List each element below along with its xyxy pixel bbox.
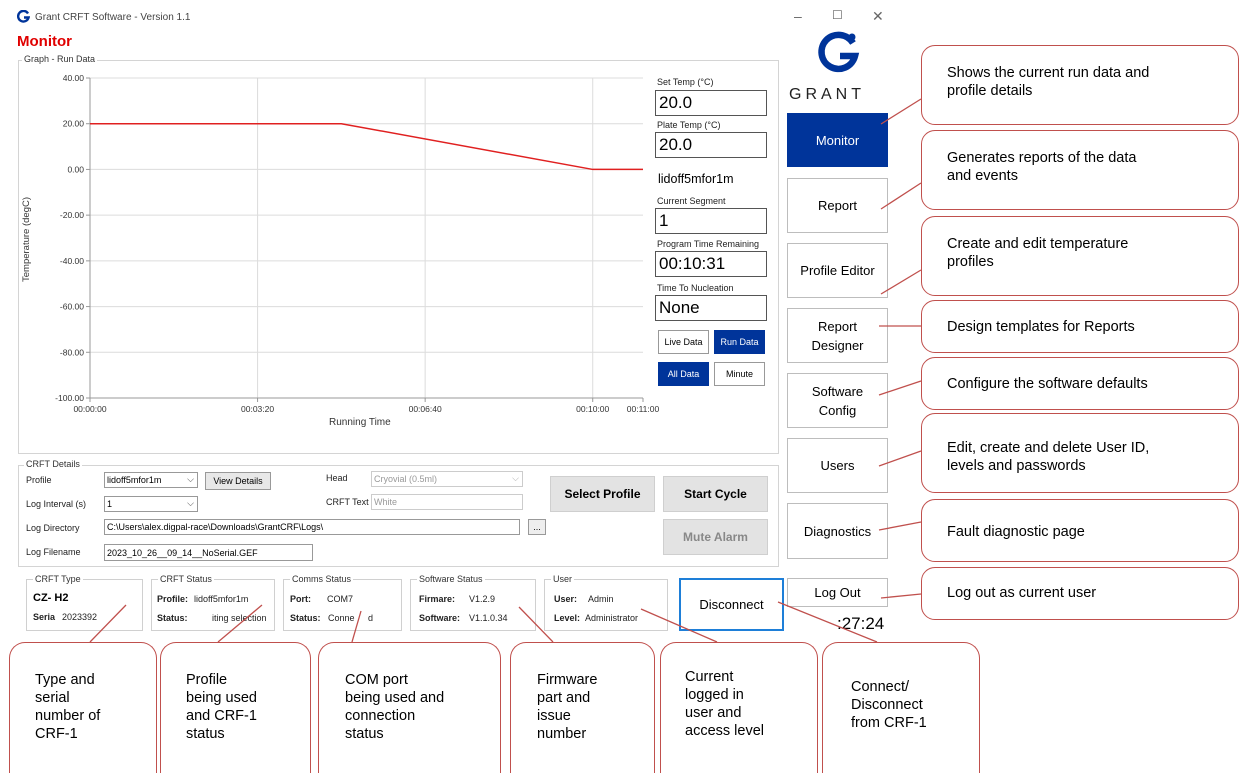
callout-user: Current logged in user and access level	[660, 642, 818, 773]
callout-crft-status-line3: and CRF-1	[186, 708, 257, 724]
callout-report-line1: Generates reports of the data	[947, 150, 1137, 166]
callout-crft-status-line2: being used	[186, 690, 257, 706]
callout-monitor-line2: profile details	[947, 83, 1033, 99]
callout-monitor: Shows the current run data and profile de…	[921, 45, 1239, 125]
callout-crft-type: Type and serial number of CRF-1	[9, 642, 157, 773]
callout-profile-editor-line1: Create and edit temperature	[947, 236, 1129, 252]
callout-report-designer-line1: Design templates for Reports	[947, 319, 1135, 335]
callout-connect-line1: Connect/	[851, 679, 910, 695]
callout-diagnostics-line1: Fault diagnostic page	[947, 524, 1085, 540]
callout-software-status-line2: part and	[537, 690, 591, 706]
callout-user-line1: Current	[685, 669, 734, 685]
callout-comms-status-line4: status	[345, 726, 384, 742]
callout-log-out-line1: Log out as current user	[947, 585, 1097, 601]
callout-crft-status-line1: Profile	[186, 672, 228, 688]
callout-crft-type-line4: CRF-1	[35, 726, 78, 742]
callout-crft-status: Profile being used and CRF-1 status	[160, 642, 311, 773]
callout-profile-editor: Create and edit temperature profiles	[921, 216, 1239, 296]
callout-comms-status-line3: connection	[345, 708, 416, 724]
callout-software-config: Configure the software defaults	[921, 357, 1239, 410]
callout-crft-type-line1: Type and	[35, 672, 95, 688]
callout-user-line4: access level	[685, 723, 764, 739]
callout-comms-status: COM port being used and connection statu…	[318, 642, 501, 773]
callout-users-line1: Edit, create and delete User ID,	[947, 440, 1150, 456]
callout-connect: Connect/ Disconnect from CRF-1	[822, 642, 980, 773]
callout-report-designer: Design templates for Reports	[921, 300, 1239, 353]
callout-software-status-line1: Firmware	[537, 672, 598, 688]
callout-connect-line3: from CRF-1	[851, 715, 927, 731]
callout-software-status: Firmware part and issue number	[510, 642, 655, 773]
callout-software-status-line4: number	[537, 726, 587, 742]
callout-software-config-line1: Configure the software defaults	[947, 376, 1148, 392]
callout-software-status-line3: issue	[537, 708, 571, 724]
callout-log-out: Log out as current user	[921, 567, 1239, 620]
callout-crft-type-line2: serial	[35, 690, 70, 706]
callout-users-line2: levels and passwords	[947, 458, 1086, 474]
callout-connect-line2: Disconnect	[851, 697, 923, 713]
callout-profile-editor-line2: profiles	[947, 254, 994, 270]
callout-user-line3: user and	[685, 705, 742, 721]
callout-user-line2: logged in	[685, 687, 744, 703]
callout-monitor-line1: Shows the current run data and	[947, 65, 1150, 81]
callout-crft-status-line4: status	[186, 726, 225, 742]
callout-comms-status-line2: being used and	[345, 690, 445, 706]
callout-diagnostics: Fault diagnostic page	[921, 499, 1239, 562]
callout-report: Generates reports of the data and events	[921, 130, 1239, 210]
callout-users: Edit, create and delete User ID, levels a…	[921, 413, 1239, 493]
callout-comms-status-line1: COM port	[345, 672, 408, 688]
callout-report-line2: and events	[947, 168, 1018, 184]
callout-crft-type-line3: number of	[35, 708, 101, 724]
